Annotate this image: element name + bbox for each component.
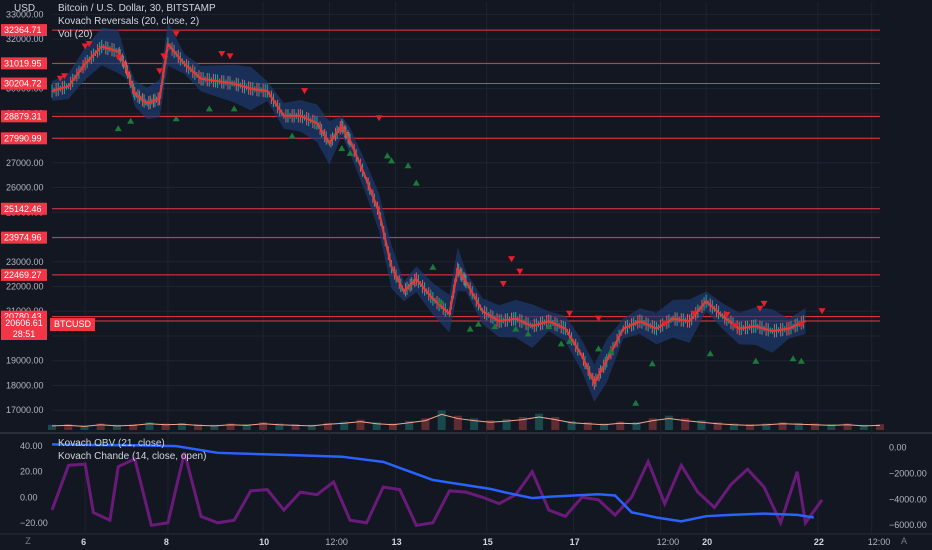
symbol-title[interactable]: Bitcoin / U.S. Dollar, 30, BITSTAMP (58, 3, 216, 14)
symbol-badge: BTCUSD (50, 318, 96, 331)
volume-bar (356, 419, 365, 430)
oscillator-left-tick: −20.00 (20, 518, 48, 528)
bullish-reversal-marker (429, 263, 437, 270)
bullish-reversal-marker (412, 179, 420, 186)
bullish-reversal-marker (557, 340, 565, 347)
level-label: 27990.99 (4, 133, 42, 143)
time-tick-label: 12:00 (868, 537, 891, 547)
level-label: 31019.95 (4, 58, 42, 68)
level-label: 25142.46 (4, 204, 42, 214)
price-tick-label: 17000.00 (6, 405, 44, 415)
price-tick-label: 19000.00 (6, 356, 44, 366)
price-tick-label: 22000.00 (6, 282, 44, 292)
bullish-reversal-marker (632, 399, 640, 406)
price-chart[interactable]: 17000.0018000.0019000.0020000.0021000.00… (0, 0, 932, 550)
bearish-reversal-marker (218, 50, 226, 57)
bullish-reversal-marker (466, 325, 474, 332)
volume-ma-line (51, 413, 881, 427)
bullish-reversal-marker (205, 105, 213, 112)
bullish-reversal-marker (338, 144, 346, 151)
volume-bar (437, 410, 446, 430)
price-tick-label: 26000.00 (6, 183, 44, 193)
volume-bar (664, 415, 673, 430)
price-tick-label: 23000.00 (6, 257, 44, 267)
time-tick-label: 15 (483, 537, 493, 547)
bar-countdown: 28:51 (12, 329, 36, 339)
time-tick-label: 12:00 (325, 537, 348, 547)
bearish-reversal-marker (566, 310, 573, 317)
bullish-reversal-marker (474, 320, 482, 327)
bullish-reversal-marker (594, 345, 602, 352)
bearish-reversal-marker (301, 88, 309, 95)
oscillator-left-tick: 20.00 (20, 467, 43, 477)
oscillator-left-tick: 0.00 (20, 492, 38, 502)
bullish-reversal-marker (127, 117, 135, 124)
current-price: 20606.61 (5, 318, 43, 328)
oscillator-left-tick: 40.00 (20, 441, 43, 451)
level-label: 30204.72 (4, 79, 42, 89)
bullish-reversal-marker (383, 152, 391, 159)
indicator-kovach-obv[interactable]: Kovach OBV (21, close) (58, 438, 165, 449)
bullish-reversal-marker (789, 355, 797, 362)
oscillator-right-tick: −6000.00 (889, 520, 927, 530)
time-tick-label: 22 (814, 537, 824, 547)
bearish-reversal-marker (375, 115, 383, 122)
bullish-reversal-marker (288, 132, 296, 139)
bullish-reversal-marker (114, 125, 122, 132)
time-tick-label: 20 (702, 537, 712, 547)
bearish-reversal-marker (226, 53, 234, 60)
auto-scale-button[interactable]: A (901, 536, 907, 546)
indicator-kovach-chande[interactable]: Kovach Chande (14, close, open) (58, 451, 206, 462)
level-label: 28879.31 (4, 111, 42, 121)
time-tick-label: 8 (164, 537, 169, 547)
level-label: 22469.27 (4, 270, 42, 280)
time-tick-label: 12:00 (657, 537, 680, 547)
volume-bar (535, 413, 544, 430)
bullish-reversal-marker (706, 350, 714, 357)
level-label: 32364.71 (4, 25, 42, 35)
oscillator-right-tick: −2000.00 (889, 469, 927, 479)
bullish-reversal-marker (230, 105, 238, 112)
current-price-badge: 20606.61 28:51 (1, 318, 47, 340)
oscillator-right-tick: −4000.00 (889, 494, 927, 504)
price-tick-label: 18000.00 (6, 380, 44, 390)
level-label: 23974.96 (4, 233, 42, 243)
price-tick-label: 27000.00 (6, 158, 44, 168)
time-tick-label: 13 (392, 537, 402, 547)
indicator-kovach-reversals[interactable]: Kovach Reversals (20, close, 2) (58, 16, 199, 27)
time-tick-label: 6 (81, 537, 86, 547)
time-tick-label: 17 (570, 537, 580, 547)
bearish-reversal-marker (516, 268, 524, 275)
indicator-volume[interactable]: Vol (20) (58, 29, 92, 40)
currency-label: USD (14, 3, 36, 14)
logo-icon[interactable]: Z (22, 536, 34, 548)
time-tick-label: 10 (259, 537, 269, 547)
oscillator-right-tick: 0.00 (889, 443, 907, 453)
